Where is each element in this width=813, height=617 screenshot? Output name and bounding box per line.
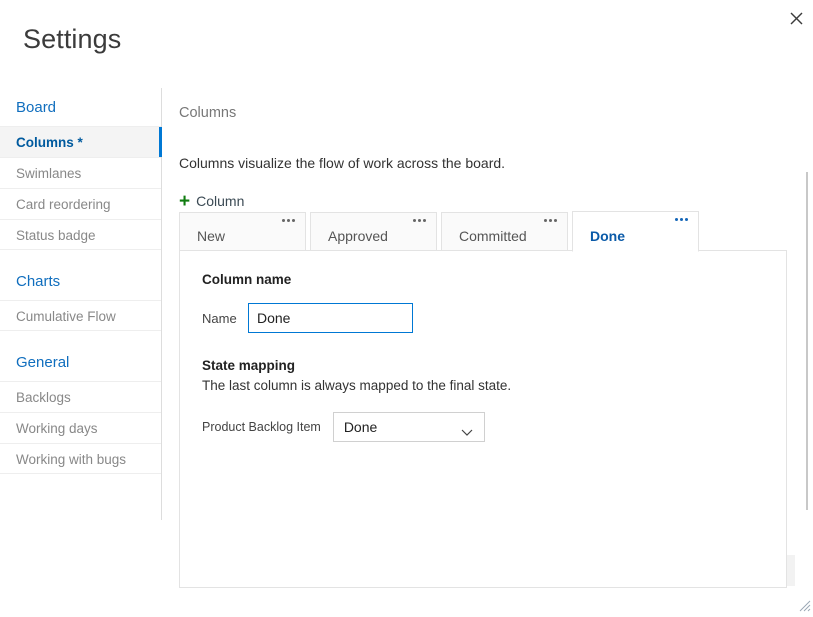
product-backlog-item-select[interactable]: Done: [333, 412, 485, 442]
page-title: Settings: [23, 22, 121, 56]
sidebar-item-label: Columns *: [16, 135, 83, 150]
add-column-label: Column: [196, 192, 244, 211]
sidebar-section-header: General: [0, 343, 161, 381]
sidebar-item-backlogs[interactable]: Backlogs: [0, 381, 161, 412]
state-mapping-section: State mapping The last column is always …: [202, 357, 764, 395]
sidebar-group-divider: [0, 250, 161, 262]
tab-label: Committed: [459, 227, 527, 245]
sidebar-item-status-badge[interactable]: Status badge: [0, 219, 161, 250]
plus-icon: +: [179, 192, 190, 211]
product-backlog-item-label: Product Backlog Item: [202, 419, 321, 436]
name-field-row: Name: [202, 303, 764, 333]
sidebar-item-label: Working with bugs: [16, 452, 126, 467]
name-field-label: Name: [202, 310, 248, 327]
sidebar-group-general: General Backlogs Working days Working wi…: [0, 343, 161, 474]
sidebar-group-divider: [0, 331, 161, 343]
sidebar-section-header: Board: [0, 88, 161, 126]
column-name-heading: Column name: [202, 271, 764, 289]
tab-label: Approved: [328, 227, 388, 245]
tab-approved[interactable]: Approved: [310, 212, 437, 252]
columns-description: Columns visualize the flow of work acros…: [179, 154, 803, 173]
sidebar-item-label: Status badge: [16, 228, 96, 243]
tab-new[interactable]: New: [179, 212, 306, 252]
sidebar-section-header: Charts: [0, 262, 161, 300]
sidebar-item-swimlanes[interactable]: Swimlanes: [0, 157, 161, 188]
tab-committed[interactable]: Committed: [441, 212, 568, 252]
sidebar-item-card-reordering[interactable]: Card reordering: [0, 188, 161, 219]
sidebar-item-label: Working days: [16, 421, 98, 436]
close-icon: [790, 12, 803, 25]
sidebar-item-working-with-bugs[interactable]: Working with bugs: [0, 443, 161, 474]
tab-overflow-menu-icon[interactable]: [675, 218, 688, 221]
sidebar-item-cumulative-flow[interactable]: Cumulative Flow: [0, 300, 161, 331]
sidebar-item-label: Cumulative Flow: [16, 309, 116, 324]
settings-sidebar: Board Columns * Swimlanes Card reorderin…: [0, 88, 162, 520]
sidebar-group-board: Board Columns * Swimlanes Card reorderin…: [0, 88, 161, 250]
tab-label: New: [197, 227, 225, 245]
sidebar-item-label: Backlogs: [16, 390, 71, 405]
state-mapping-note: The last column is always mapped to the …: [202, 376, 764, 395]
vertical-scrollbar[interactable]: [806, 172, 808, 510]
state-mapping-heading: State mapping: [202, 357, 764, 375]
chevron-down-icon: [461, 424, 473, 442]
sidebar-item-label: Card reordering: [16, 197, 111, 212]
tab-overflow-menu-icon[interactable]: [544, 219, 557, 222]
close-button[interactable]: [783, 5, 809, 31]
select-value: Done: [334, 418, 377, 436]
resize-grip[interactable]: [797, 598, 811, 612]
sidebar-item-columns[interactable]: Columns *: [0, 126, 161, 157]
add-column-button[interactable]: + Column: [179, 192, 244, 211]
sidebar-group-charts: Charts Cumulative Flow: [0, 262, 161, 331]
tab-overflow-menu-icon[interactable]: [413, 219, 426, 222]
breadcrumb: Columns: [179, 103, 803, 123]
settings-main-content: Columns Columns visualize the flow of wo…: [179, 88, 803, 614]
sidebar-item-label: Swimlanes: [16, 166, 81, 181]
column-name-input[interactable]: [248, 303, 413, 333]
tab-label: Done: [590, 227, 625, 245]
column-settings-panel: Column name Name State mapping The last …: [179, 250, 787, 588]
tab-overflow-menu-icon[interactable]: [282, 219, 295, 222]
column-tabs: New Approved Committed Done: [179, 210, 703, 252]
sidebar-item-working-days[interactable]: Working days: [0, 412, 161, 443]
state-mapping-row: Product Backlog Item Done: [202, 412, 764, 442]
tab-done[interactable]: Done: [572, 211, 699, 252]
